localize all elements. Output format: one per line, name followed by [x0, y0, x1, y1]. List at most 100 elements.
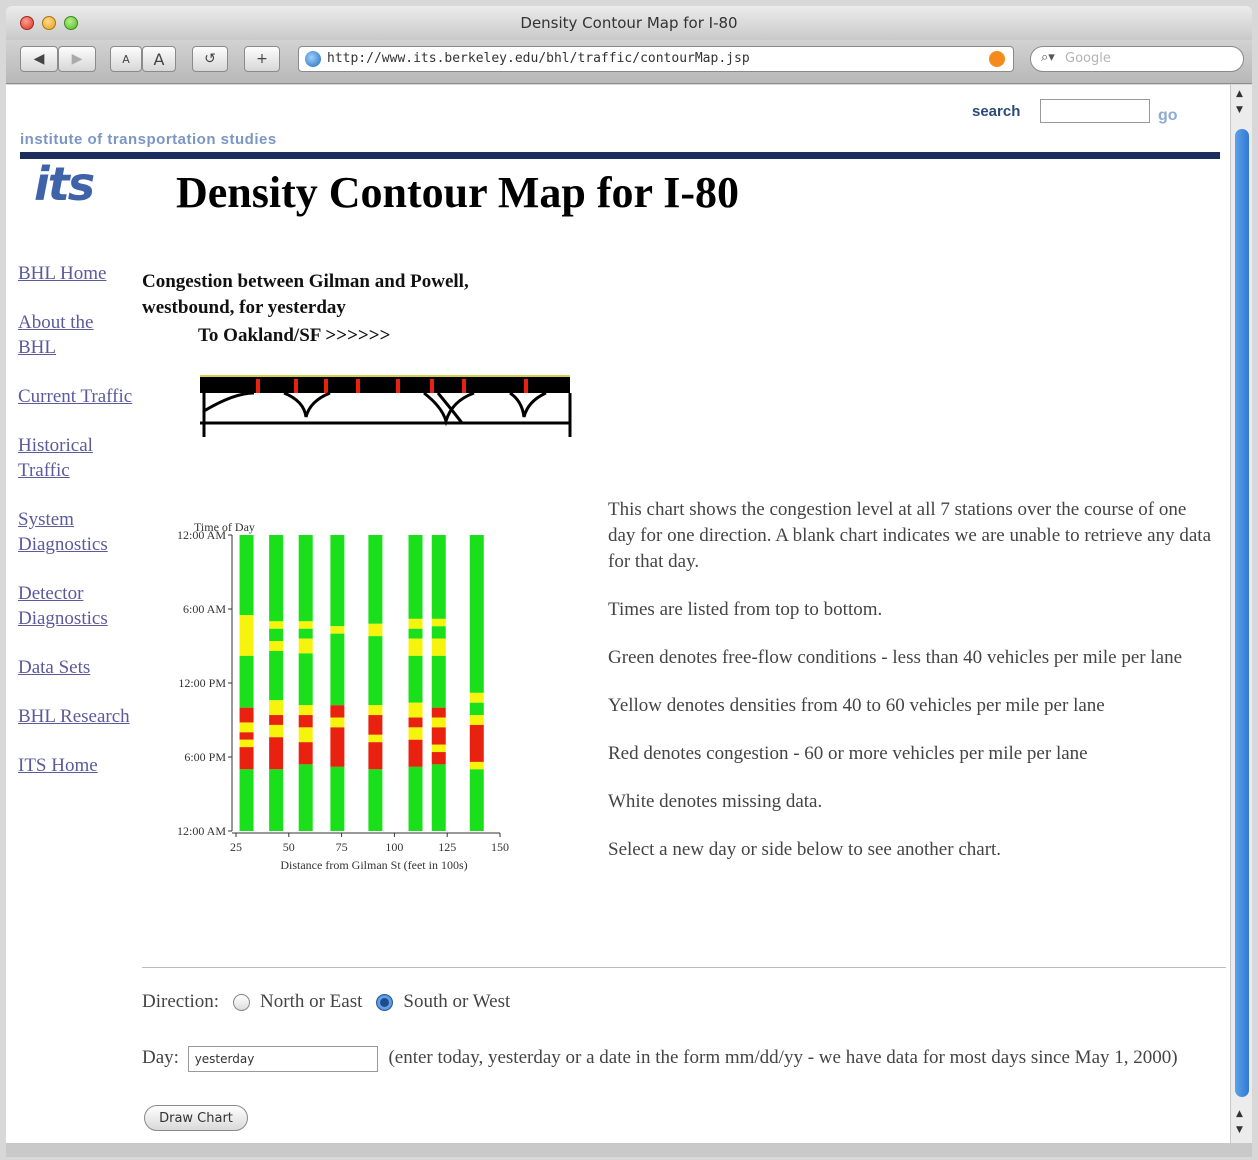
x-tick-label: 100: [385, 840, 403, 854]
scroll-down-icon[interactable]: ▼: [1236, 1125, 1243, 1135]
x-tick-label: 25: [230, 840, 242, 854]
address-bar[interactable]: http://www.its.berkeley.edu/bhl/traffic/…: [298, 46, 1014, 72]
density-cell: [431, 717, 446, 728]
density-cell: [408, 766, 423, 831]
day-input[interactable]: yesterday: [187, 1045, 378, 1072]
nav-link-bhl-research[interactable]: BHL Research: [18, 704, 133, 729]
density-cell: [408, 618, 423, 629]
density-cell: [330, 633, 345, 706]
scroll-down-icon[interactable]: ▼: [1236, 105, 1243, 115]
density-cell: [269, 700, 284, 716]
form-divider: [142, 967, 1226, 968]
station-column: [408, 535, 423, 831]
density-cell: [330, 727, 345, 767]
chart-caption: Congestion between Gilman and Powell, we…: [142, 269, 469, 321]
magnifier-icon: ⌕▾: [1041, 50, 1055, 65]
north-east-label[interactable]: North or East: [260, 991, 362, 1013]
travel-direction-label: To Oakland/SF >>>>>>: [198, 325, 391, 346]
go-link[interactable]: go: [1158, 107, 1178, 125]
y-tick-label: 12:00 PM: [178, 676, 226, 690]
freeway-schematic-image: [200, 375, 572, 437]
density-cell: [431, 655, 446, 708]
y-tick-label: 6:00 PM: [184, 750, 226, 764]
density-cell: [239, 722, 254, 733]
back-arrow-icon: ◀: [33, 51, 45, 67]
page-title: Density Contour Map for I-80: [176, 168, 740, 217]
back-button[interactable]: ◀: [20, 46, 58, 72]
density-cell: [368, 705, 383, 716]
density-cell: [469, 715, 484, 725]
station-column: [431, 535, 446, 831]
south-west-label[interactable]: South or West: [403, 991, 510, 1013]
station-columns: [239, 535, 484, 831]
nav-link-bhl-home[interactable]: BHL Home: [18, 261, 133, 286]
web-page: search go institute of transportation st…: [6, 85, 1230, 1143]
density-cell: [298, 653, 313, 706]
text-smaller-button[interactable]: A: [110, 46, 142, 72]
density-cell: [431, 618, 446, 627]
density-cell: [330, 626, 345, 634]
nav-link-historical-traffic[interactable]: Historical Traffic: [18, 433, 133, 483]
density-cell: [408, 655, 423, 703]
density-cell: [431, 535, 446, 619]
station-column: [469, 535, 484, 831]
nav-link-data-sets[interactable]: Data Sets: [18, 655, 133, 680]
google-search-field[interactable]: ⌕▾ Google: [1030, 46, 1244, 72]
its-logo: its: [34, 157, 95, 211]
density-cell: [269, 715, 284, 725]
south-west-radio[interactable]: [376, 993, 394, 1011]
scroll-thumb[interactable]: [1235, 129, 1249, 1097]
density-cell: [368, 734, 383, 743]
google-search-placeholder: Google: [1065, 51, 1111, 66]
reload-button[interactable]: ↺: [192, 46, 228, 72]
density-cell: [469, 535, 484, 693]
chart-description: This chart shows the congestion level at…: [608, 497, 1214, 885]
density-cell: [408, 739, 423, 767]
density-cell: [269, 641, 284, 651]
scroll-up-icon[interactable]: ▲: [1236, 1109, 1243, 1119]
x-tick-label: 50: [283, 840, 295, 854]
density-cell: [368, 769, 383, 831]
description-paragraph: Yellow denotes densities from 40 to 60 v…: [608, 695, 1105, 716]
nav-link-its-home[interactable]: ITS Home: [18, 753, 133, 778]
density-cell: [408, 717, 423, 728]
y-axis: 12:00 AM 6:00 AM 12:00 PM 6:00 PM 12:00 AM: [177, 528, 233, 838]
window-titlebar: Density Contour Map for I-80: [6, 6, 1252, 40]
text-bigger-button[interactable]: A: [142, 46, 176, 72]
density-cell: [269, 737, 284, 770]
density-cell: [239, 625, 254, 656]
direction-selector: Direction: North or East South or West: [142, 991, 510, 1013]
density-cell: [368, 715, 383, 735]
left-nav: BHL Home About the BHL Current Traffic H…: [18, 261, 133, 802]
draw-chart-button[interactable]: Draw Chart: [144, 1105, 248, 1131]
density-cell: [298, 705, 313, 716]
x-tick-label: 75: [336, 840, 348, 854]
density-cell: [431, 764, 446, 831]
nav-link-system-diagnostics[interactable]: System Diagnostics: [18, 507, 133, 557]
y-tick-label: 12:00 AM: [177, 528, 226, 542]
rss-icon[interactable]: [989, 51, 1005, 67]
density-cell: [469, 769, 484, 831]
scroll-up-icon[interactable]: ▲: [1236, 89, 1243, 99]
density-cell: [330, 705, 345, 718]
url-text: http://www.its.berkeley.edu/bhl/traffic/…: [327, 51, 750, 66]
vertical-scrollbar[interactable]: ▲ ▼ ▲ ▼: [1230, 85, 1252, 1143]
direction-label: Direction:: [142, 991, 220, 1012]
density-cell: [269, 769, 284, 831]
y-tick-label: 12:00 AM: [177, 824, 226, 838]
nav-link-about-bhl[interactable]: About the BHL: [18, 310, 133, 360]
density-cell: [239, 655, 254, 708]
forward-button[interactable]: ▶: [58, 46, 96, 72]
density-cell: [298, 764, 313, 831]
nav-link-detector-diagnostics[interactable]: Detector Diagnostics: [18, 581, 133, 631]
add-bookmark-button[interactable]: +: [244, 46, 280, 72]
site-search-input[interactable]: [1040, 99, 1150, 123]
density-cell: [431, 638, 446, 656]
density-cell: [298, 638, 313, 654]
density-cell: [368, 535, 383, 624]
north-east-radio[interactable]: [233, 993, 251, 1011]
nav-link-current-traffic[interactable]: Current Traffic: [18, 384, 133, 409]
density-cell: [408, 702, 423, 718]
density-cell: [269, 628, 284, 642]
description-paragraph: Select a new day or side below to see an…: [608, 839, 1002, 860]
